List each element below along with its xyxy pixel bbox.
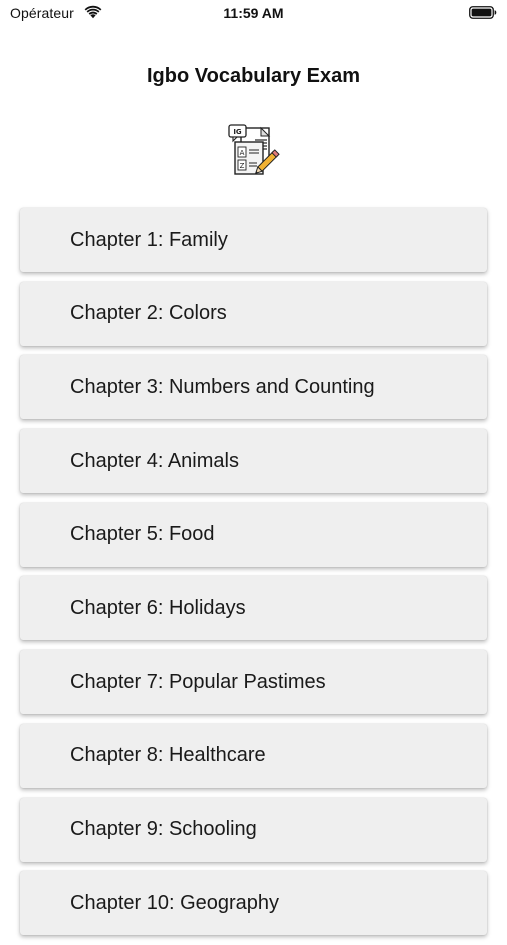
- exam-document-pencil-icon: IG A Z: [228, 124, 280, 175]
- chapter-item-popular-pastimes[interactable]: Chapter 7: Popular Pastimes: [20, 650, 487, 715]
- chapter-label: Chapter 7: Popular Pastimes: [70, 670, 326, 693]
- logo-badge-text: IG: [233, 128, 242, 136]
- chapter-label: Chapter 8: Healthcare: [70, 744, 266, 767]
- svg-text:A: A: [240, 149, 245, 157]
- status-bar: Opérateur 11:59 AM: [0, 0, 507, 28]
- chapter-label: Chapter 5: Food: [70, 523, 215, 546]
- chapter-item-food[interactable]: Chapter 5: Food: [20, 502, 487, 567]
- chapter-item-animals[interactable]: Chapter 4: Animals: [20, 429, 487, 494]
- chapter-item-schooling[interactable]: Chapter 9: Schooling: [20, 797, 487, 862]
- chapter-label: Chapter 1: Family: [70, 228, 228, 251]
- chapter-label: Chapter 3: Numbers and Counting: [70, 375, 375, 398]
- chapter-list: Chapter 1: Family Chapter 2: Colors Chap…: [20, 208, 487, 945]
- svg-text:Z: Z: [240, 162, 245, 170]
- chapter-label: Chapter 4: Animals: [70, 449, 239, 472]
- chapter-label: Chapter 9: Schooling: [70, 818, 257, 840]
- chapter-item-healthcare[interactable]: Chapter 8: Healthcare: [20, 723, 487, 788]
- chapter-item-family[interactable]: Chapter 1: Family: [20, 208, 487, 272]
- battery-icon: [469, 6, 497, 19]
- chapter-item-colors[interactable]: Chapter 2: Colors: [20, 281, 487, 346]
- chapter-label: Chapter 6: Holidays: [70, 596, 246, 619]
- chapter-item-geography[interactable]: Chapter 10: Geography: [20, 871, 487, 936]
- chapter-label: Chapter 2: Colors: [70, 302, 227, 325]
- chapter-label: Chapter 10: Geography: [70, 891, 280, 914]
- chapter-item-holidays[interactable]: Chapter 6: Holidays: [20, 576, 487, 641]
- clock: 11:59 AM: [223, 5, 284, 21]
- chapter-item-numbers-and-counting[interactable]: Chapter 3: Numbers and Counting: [20, 355, 487, 420]
- page-title: Igbo Vocabulary Exam: [146, 65, 361, 87]
